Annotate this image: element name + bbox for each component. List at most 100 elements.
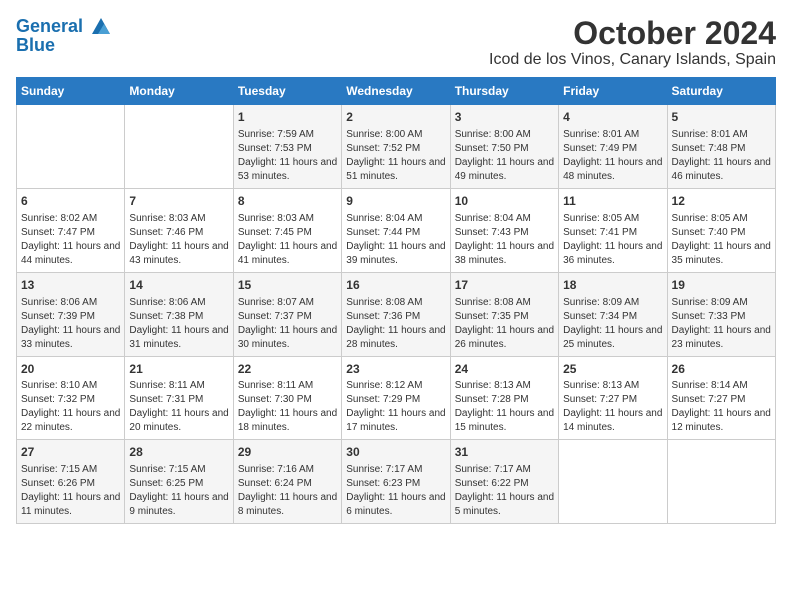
calendar-cell: 16 Sunrise: 8:08 AMSunset: 7:36 PMDayligh… (342, 272, 450, 356)
day-number: 15 (238, 277, 337, 294)
cell-info: Sunrise: 8:06 AMSunset: 7:38 PMDaylight:… (129, 296, 228, 352)
logo-blue: Blue (16, 36, 112, 56)
calendar-cell: 4Sunrise: 8:01 AMSunset: 7:49 PMDaylight… (559, 105, 667, 189)
day-number: 6 (21, 193, 120, 210)
day-number: 17 (455, 277, 554, 294)
day-number: 9 (346, 193, 445, 210)
calendar-cell (559, 440, 667, 524)
header-friday: Friday (559, 78, 667, 105)
calendar-cell: 3 Sunrise: 8:00 AMSunset: 7:50 PMDaylight… (450, 105, 558, 189)
cell-info: Sunrise: 8:13 AMSunset: 7:27 PMDaylight:… (563, 379, 662, 435)
header-monday: Monday (125, 78, 233, 105)
calendar-cell: 23Sunrise: 8:12 AMSunset: 7:29 PMDayligh… (342, 356, 450, 440)
cell-info: Sunrise: 7:59 AMSunset: 7:53 PMDaylight:… (238, 128, 337, 184)
cell-info: Sunrise: 8:05 AMSunset: 7:40 PMDaylight:… (672, 212, 771, 268)
calendar-cell: 9 Sunrise: 8:04 AMSunset: 7:44 PMDaylight… (342, 188, 450, 272)
calendar-cell: 27 Sunrise: 7:15 AMSunset: 6:26 PMDayligh… (17, 440, 125, 524)
week-row-1: 1 Sunrise: 7:59 AMSunset: 7:53 PMDaylight… (17, 105, 776, 189)
cell-info: Sunrise: 8:11 AMSunset: 7:30 PMDaylight:… (238, 379, 337, 435)
cell-info: Sunrise: 8:09 AMSunset: 7:34 PMDaylight:… (563, 296, 662, 352)
cell-info: Sunrise: 8:08 AMSunset: 7:35 PMDaylight:… (455, 296, 554, 352)
day-number: 29 (238, 444, 337, 461)
calendar-cell (17, 105, 125, 189)
calendar-cell: 25Sunrise: 8:13 AMSunset: 7:27 PMDayligh… (559, 356, 667, 440)
day-number: 8 (238, 193, 337, 210)
cell-info: Sunrise: 8:00 AMSunset: 7:50 PMDaylight:… (455, 128, 554, 184)
calendar-subtitle: Icod de los Vinos, Canary Islands, Spain (489, 51, 776, 69)
cell-info: Sunrise: 8:10 AMSunset: 7:32 PMDaylight:… (21, 379, 120, 435)
calendar-cell: 12 Sunrise: 8:05 AMSunset: 7:40 PMDayligh… (667, 188, 775, 272)
cell-info: Sunrise: 8:03 AMSunset: 7:46 PMDaylight:… (129, 212, 228, 268)
calendar-cell: 5 Sunrise: 8:01 AMSunset: 7:48 PMDaylight… (667, 105, 775, 189)
day-number: 16 (346, 277, 445, 294)
cell-info: Sunrise: 8:13 AMSunset: 7:28 PMDaylight:… (455, 379, 554, 435)
day-number: 19 (672, 277, 771, 294)
cell-info: Sunrise: 8:03 AMSunset: 7:45 PMDaylight:… (238, 212, 337, 268)
calendar-cell: 6 Sunrise: 8:02 AMSunset: 7:47 PMDaylight… (17, 188, 125, 272)
cell-info: Sunrise: 8:08 AMSunset: 7:36 PMDaylight:… (346, 296, 445, 352)
header-tuesday: Tuesday (233, 78, 341, 105)
calendar-cell: 31 Sunrise: 7:17 AMSunset: 6:22 PMDayligh… (450, 440, 558, 524)
calendar-cell: 17 Sunrise: 8:08 AMSunset: 7:35 PMDayligh… (450, 272, 558, 356)
day-number: 22 (238, 361, 337, 378)
day-number: 30 (346, 444, 445, 461)
day-number: 11 (563, 193, 662, 210)
day-number: 5 (672, 109, 771, 126)
calendar-cell: 30Sunrise: 7:17 AMSunset: 6:23 PMDayligh… (342, 440, 450, 524)
calendar-cell: 21Sunrise: 8:11 AMSunset: 7:31 PMDayligh… (125, 356, 233, 440)
calendar-cell: 10 Sunrise: 8:04 AMSunset: 7:43 PMDayligh… (450, 188, 558, 272)
cell-info: Sunrise: 8:04 AMSunset: 7:43 PMDaylight:… (455, 212, 554, 268)
week-row-4: 20Sunrise: 8:10 AMSunset: 7:32 PMDayligh… (17, 356, 776, 440)
calendar-cell: 2 Sunrise: 8:00 AMSunset: 7:52 PMDaylight… (342, 105, 450, 189)
day-number: 23 (346, 361, 445, 378)
logo-icon (90, 16, 112, 38)
calendar-cell: 28 Sunrise: 7:15 AMSunset: 6:25 PMDayligh… (125, 440, 233, 524)
day-number: 10 (455, 193, 554, 210)
cell-info: Sunrise: 8:01 AMSunset: 7:48 PMDaylight:… (672, 128, 771, 184)
logo: General Blue (16, 16, 112, 56)
calendar-cell: 19 Sunrise: 8:09 AMSunset: 7:33 PMDayligh… (667, 272, 775, 356)
cell-info: Sunrise: 7:15 AMSunset: 6:25 PMDaylight:… (129, 463, 228, 519)
calendar-cell: 22Sunrise: 8:11 AMSunset: 7:30 PMDayligh… (233, 356, 341, 440)
header-row: SundayMondayTuesdayWednesdayThursdayFrid… (17, 78, 776, 105)
cell-info: Sunrise: 7:15 AMSunset: 6:26 PMDaylight:… (21, 463, 120, 519)
day-number: 1 (238, 109, 337, 126)
day-number: 27 (21, 444, 120, 461)
calendar-cell: 18Sunrise: 8:09 AMSunset: 7:34 PMDayligh… (559, 272, 667, 356)
calendar-cell (667, 440, 775, 524)
calendar-cell: 1 Sunrise: 7:59 AMSunset: 7:53 PMDaylight… (233, 105, 341, 189)
day-number: 31 (455, 444, 554, 461)
calendar-table: SundayMondayTuesdayWednesdayThursdayFrid… (16, 77, 776, 524)
cell-info: Sunrise: 8:02 AMSunset: 7:47 PMDaylight:… (21, 212, 120, 268)
cell-info: Sunrise: 8:00 AMSunset: 7:52 PMDaylight:… (346, 128, 445, 184)
day-number: 13 (21, 277, 120, 294)
header-sunday: Sunday (17, 78, 125, 105)
cell-info: Sunrise: 8:12 AMSunset: 7:29 PMDaylight:… (346, 379, 445, 435)
day-number: 7 (129, 193, 228, 210)
header-saturday: Saturday (667, 78, 775, 105)
week-row-5: 27 Sunrise: 7:15 AMSunset: 6:26 PMDayligh… (17, 440, 776, 524)
day-number: 21 (129, 361, 228, 378)
day-number: 24 (455, 361, 554, 378)
cell-info: Sunrise: 8:01 AMSunset: 7:49 PMDaylight:… (563, 128, 662, 184)
day-number: 3 (455, 109, 554, 126)
week-row-3: 13Sunrise: 8:06 AMSunset: 7:39 PMDayligh… (17, 272, 776, 356)
cell-info: Sunrise: 7:16 AMSunset: 6:24 PMDaylight:… (238, 463, 337, 519)
cell-info: Sunrise: 8:09 AMSunset: 7:33 PMDaylight:… (672, 296, 771, 352)
calendar-cell (125, 105, 233, 189)
cell-info: Sunrise: 8:11 AMSunset: 7:31 PMDaylight:… (129, 379, 228, 435)
calendar-cell: 13Sunrise: 8:06 AMSunset: 7:39 PMDayligh… (17, 272, 125, 356)
day-number: 26 (672, 361, 771, 378)
day-number: 2 (346, 109, 445, 126)
calendar-cell: 8 Sunrise: 8:03 AMSunset: 7:45 PMDaylight… (233, 188, 341, 272)
day-number: 12 (672, 193, 771, 210)
calendar-cell: 26Sunrise: 8:14 AMSunset: 7:27 PMDayligh… (667, 356, 775, 440)
calendar-title: October 2024 (489, 16, 776, 51)
cell-info: Sunrise: 7:17 AMSunset: 6:22 PMDaylight:… (455, 463, 554, 519)
day-number: 28 (129, 444, 228, 461)
week-row-2: 6 Sunrise: 8:02 AMSunset: 7:47 PMDaylight… (17, 188, 776, 272)
day-number: 14 (129, 277, 228, 294)
header-thursday: Thursday (450, 78, 558, 105)
calendar-cell: 11Sunrise: 8:05 AMSunset: 7:41 PMDayligh… (559, 188, 667, 272)
cell-info: Sunrise: 8:04 AMSunset: 7:44 PMDaylight:… (346, 212, 445, 268)
